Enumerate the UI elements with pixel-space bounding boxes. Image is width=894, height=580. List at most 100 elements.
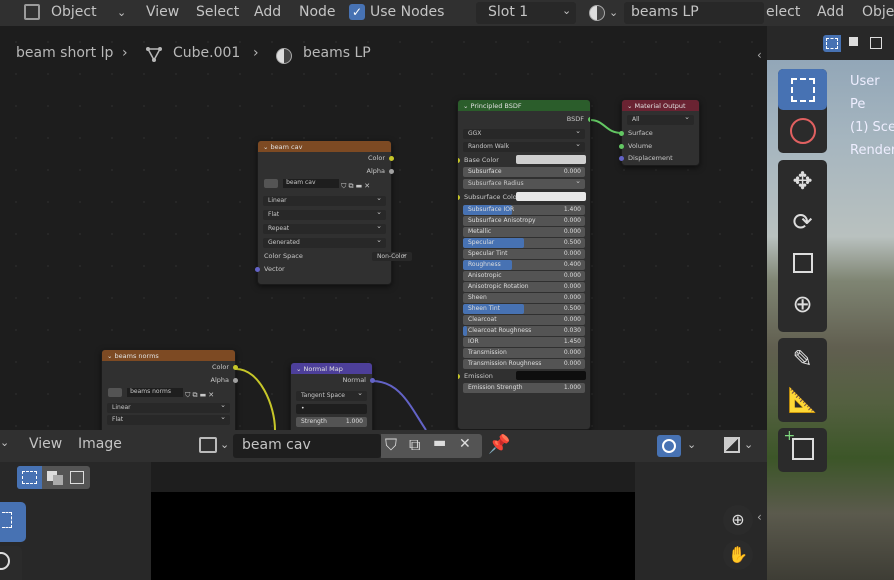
bsdf-field-metallic[interactable]: Metallic 0.000 [463,226,585,237]
new-image-icon[interactable]: ⧉ [409,435,420,455]
bsdf-field-ior[interactable]: IOR 1.450 [463,336,585,347]
projection-dropdown[interactable]: Flat [263,208,386,220]
tool-transform[interactable]: ⊕ [778,283,827,324]
tool-select-box[interactable] [778,69,827,110]
node-principled-bsdf[interactable]: ⌄ Principled BSDF BSDF GGX Random Walk B… [457,99,591,430]
close-icon[interactable]: ✕ [364,182,370,190]
space-dropdown[interactable]: Tangent Space [296,389,367,401]
image-name-field[interactable]: beams norms [127,388,184,397]
folder-icon[interactable]: ▬ [356,182,363,190]
distribution-dropdown[interactable]: GGX [463,127,585,139]
bsdf-field-anisotropic[interactable]: Anisotropic 0.000 [463,270,585,281]
menu-add[interactable]: Add [254,4,281,20]
bsdf-field-roughness[interactable]: Roughness 0.400 [463,259,585,270]
node-header[interactable]: ⌄ Material Output [622,100,699,111]
chevron-down-icon[interactable]: ⌄ [609,6,618,19]
shield-icon[interactable]: ⛉ [185,391,190,399]
interpolation-dropdown[interactable]: Linear [263,194,386,206]
image-editor[interactable]: ⌄ View Image ⌄ beam cav ⛉ ⧉ ▬ ✕ 📌 ⌄ ⌄ ⊕ … [0,430,767,580]
source-dropdown[interactable]: Generated [263,236,386,248]
node-header[interactable]: ⌄ Principled BSDF [458,100,590,111]
bsdf-field-anisotropic-rotation[interactable]: Anisotropic Rotation 0.000 [463,281,585,292]
select-new-button[interactable] [17,466,42,489]
tool-measure[interactable]: 📐 [778,379,827,420]
chevron-down-icon[interactable]: ⌄ [220,438,229,451]
image-canvas[interactable] [151,492,635,580]
viewport-menu-object[interactable]: Obje [862,4,894,20]
socket-alpha-out[interactable] [389,168,394,174]
socket-color-out[interactable] [233,365,238,370]
socket-bsdf-out[interactable] [588,117,590,122]
open-folder-icon[interactable]: ▬ [433,435,446,451]
node-beams-norms[interactable]: ⌄ beams norms Color Alpha beams norms ⛉ … [101,349,238,430]
menu-select[interactable]: Select [196,4,239,20]
tool-scale[interactable] [778,242,827,283]
socket-color-out[interactable] [389,156,394,161]
chevron-down-icon[interactable]: ⌄ [687,438,696,451]
close-icon[interactable]: ✕ [208,391,214,399]
menu-view[interactable]: View [29,436,62,452]
projection-dropdown[interactable]: Flat [107,413,230,425]
overlays-button[interactable] [657,435,681,457]
target-dropdown[interactable]: All [627,113,694,125]
shield-icon[interactable]: ⛉ [341,182,346,190]
viewport-menu-add[interactable]: Add [817,4,844,20]
socket-normal-out[interactable] [370,378,375,383]
tool-rotate[interactable]: ⟳ [778,201,827,242]
bsdf-field-clearcoat-roughness[interactable]: Clearcoat Roughness 0.030 [463,325,585,336]
extension-dropdown[interactable]: Repeat [263,222,386,234]
material-name-field[interactable]: beams LP [624,2,764,24]
node-header[interactable]: ⌄ Normal Map [291,363,372,374]
image-name-field[interactable]: beam cav [283,179,340,188]
display-channels-icon[interactable] [724,437,740,453]
subsurface-method-dropdown[interactable]: Random Walk [463,140,585,152]
bsdf-field-subsurface-ior[interactable]: Subsurface IOR 1.400 [463,204,585,215]
subsurface-radius-field[interactable]: Subsurface Radius [463,177,585,189]
pin-icon[interactable]: 📌 [488,434,510,455]
socket-base-color-in[interactable] [458,157,460,163]
emission-color-swatch[interactable] [516,370,586,380]
tool-move[interactable]: ✥ [778,160,827,201]
bsdf-field-clearcoat[interactable]: Clearcoat 0.000 [463,314,585,325]
subsurface-color-swatch[interactable] [516,192,586,201]
bsdf-field-sheen-tint[interactable]: Sheen Tint 0.500 [463,303,585,314]
mode-dropdown[interactable]: Object [51,4,97,20]
image-name-field[interactable]: beam cav [233,434,381,458]
node-material-output[interactable]: ⌄ Material Output All Surface Volume Dis… [619,99,700,166]
socket-surface-in[interactable] [619,131,624,136]
duplicate-icon[interactable]: ⧉ [348,182,353,190]
fake-user-shield-icon[interactable]: ⛉ [385,435,397,455]
chevron-down-icon[interactable]: ⌄ [0,436,9,449]
bsdf-field-subsurface[interactable]: Subsurface 0.000 [463,167,585,177]
menu-node[interactable]: Node [299,4,336,20]
socket-alpha-out[interactable] [233,377,238,383]
socket-emission-in[interactable] [458,373,460,379]
tool-cursor[interactable] [778,110,827,151]
menu-view[interactable]: View [146,4,179,20]
socket-vector-in[interactable] [255,266,260,272]
select-new-button[interactable] [823,35,841,52]
folder-icon[interactable]: ▬ [200,391,207,399]
tool-cursor[interactable] [0,546,22,580]
pan-hand-icon[interactable]: ✋ [723,540,753,570]
color-space-dropdown[interactable]: Non-Color [371,252,412,261]
sidebar-toggle-icon[interactable]: ‹ [757,510,762,524]
tool-annotate[interactable]: ✎ [778,338,827,379]
bsdf-field-specular[interactable]: Specular 0.500 [463,237,585,248]
3d-viewport[interactable]: User Pe (1) Sce Render ✥ ⟳ ⊕ ✎ 📐 + [767,26,894,580]
uvmap-field[interactable]: • [296,403,367,414]
select-subtract-icon[interactable] [870,37,882,49]
image-browse-icon[interactable] [264,179,278,188]
tool-add-cube[interactable]: + [778,428,827,469]
socket-displacement-in[interactable] [619,156,624,161]
use-nodes-checkbox[interactable]: ✓ [349,4,365,20]
select-subtract-icon[interactable] [70,471,84,484]
image-browse-icon[interactable] [199,437,217,453]
select-extend-icon[interactable] [849,37,858,46]
bsdf-field-transmission[interactable]: Transmission 0.000 [463,347,585,358]
bsdf-field-transmission-roughness[interactable]: Transmission Roughness 0.000 [463,358,585,369]
chevron-down-icon[interactable]: ⌄ [744,438,753,451]
chevron-down-icon[interactable]: ⌄ [117,6,126,19]
bsdf-field-specular-tint[interactable]: Specular Tint 0.000 [463,248,585,259]
node-header[interactable]: ⌄ beam cav [258,141,391,152]
